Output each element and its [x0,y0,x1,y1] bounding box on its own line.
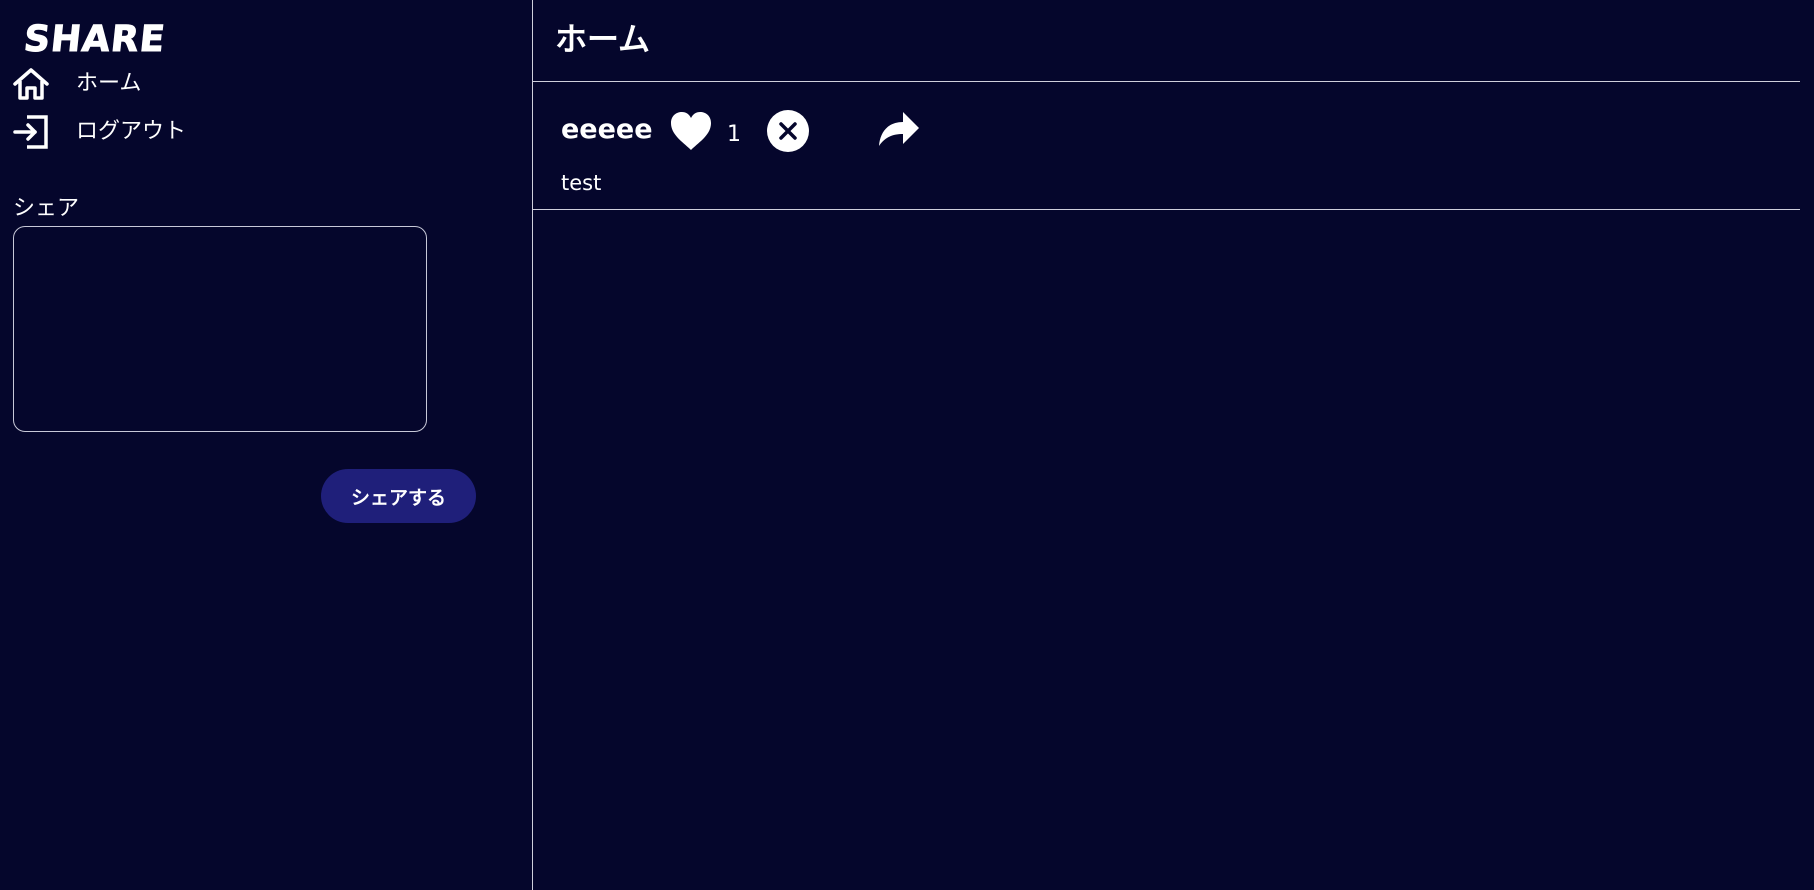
app-logo: SHARE [21,19,168,61]
post-username: eeeee [561,114,653,145]
close-icon[interactable] [767,110,809,152]
nav-item-home-label: ホーム [76,71,142,96]
like-count: 1 [727,122,741,147]
page-title: ホーム [555,20,651,58]
nav-item-home[interactable]: ホーム [12,64,141,104]
sidebar: SHARE ホーム ログアウト シェア シェアする [0,0,532,890]
nav-item-logout-label: ログアウト [76,119,187,144]
heart-icon[interactable] [669,110,713,152]
share-textarea[interactable] [13,226,427,432]
app-root: SHARE ホーム ログアウト シェア シェアする ホーム eeeee 1 te… [0,0,1814,890]
main-content: ホーム eeeee 1 test [532,0,1800,890]
share-form-label: シェア [13,196,80,221]
logout-icon [12,113,50,151]
main-header: ホーム [533,0,1800,82]
share-arrow-icon[interactable] [877,110,921,154]
post-text: test [561,171,602,195]
nav-item-logout[interactable]: ログアウト [12,112,186,152]
share-submit-button[interactable]: シェアする [321,469,476,523]
post-item: eeeee 1 test [533,82,1800,210]
home-icon [12,65,50,103]
